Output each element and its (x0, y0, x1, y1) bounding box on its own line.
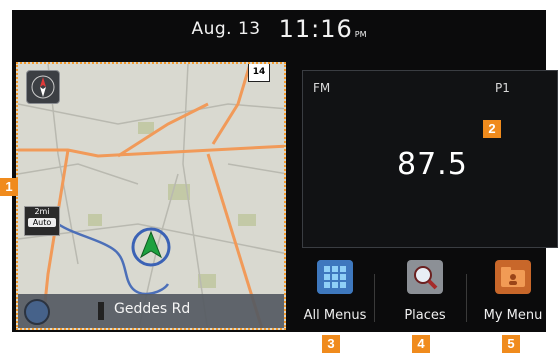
divider (466, 274, 467, 322)
radio-band: FM (313, 81, 331, 95)
navigation-map[interactable]: 14 2mi Auto Geddes Rd (16, 62, 286, 330)
radio-frequency: 87.5 (397, 147, 468, 182)
divider (374, 274, 375, 322)
callout-badge-2: 2 (483, 120, 501, 138)
ampm-indicator: PM (354, 29, 367, 39)
scale-distance: 2mi (34, 207, 50, 216)
compass-icon (31, 75, 55, 99)
current-street-bar: Geddes Rd (18, 294, 284, 328)
folder-icon (495, 260, 531, 294)
compass-button[interactable] (26, 70, 60, 104)
callout-badge-5: 5 (502, 335, 520, 353)
my-menu-button[interactable]: My Menu (476, 260, 550, 336)
all-menus-button[interactable]: All Menus (298, 260, 372, 336)
direction-marker-icon (98, 302, 104, 320)
search-places-icon (407, 260, 443, 294)
street-name: Geddes Rd (114, 301, 191, 317)
all-menus-label: All Menus (303, 308, 367, 323)
callout-badge-3: 3 (322, 335, 340, 353)
gps-icon[interactable] (24, 299, 50, 325)
callout-badge-1: 1 (0, 178, 18, 196)
time-display: 11:16 (278, 15, 353, 43)
radio-widget[interactable]: FM P1 87.5 (302, 70, 558, 248)
radio-preset: P1 (495, 81, 510, 95)
callout-badge-4: 4 (412, 335, 430, 353)
status-bar: Aug. 13 11:16 PM (12, 10, 546, 48)
places-label: Places (404, 308, 446, 323)
date-display: Aug. 13 (191, 19, 261, 39)
places-button[interactable]: Places (388, 260, 462, 336)
my-menu-label: My Menu (483, 308, 543, 323)
route-shield-icon: 14 (248, 64, 270, 82)
map-roads (18, 64, 284, 328)
scale-mode: Auto (28, 218, 56, 227)
map-scale-button[interactable]: 2mi Auto (24, 206, 60, 236)
grid-menu-icon (317, 260, 353, 294)
